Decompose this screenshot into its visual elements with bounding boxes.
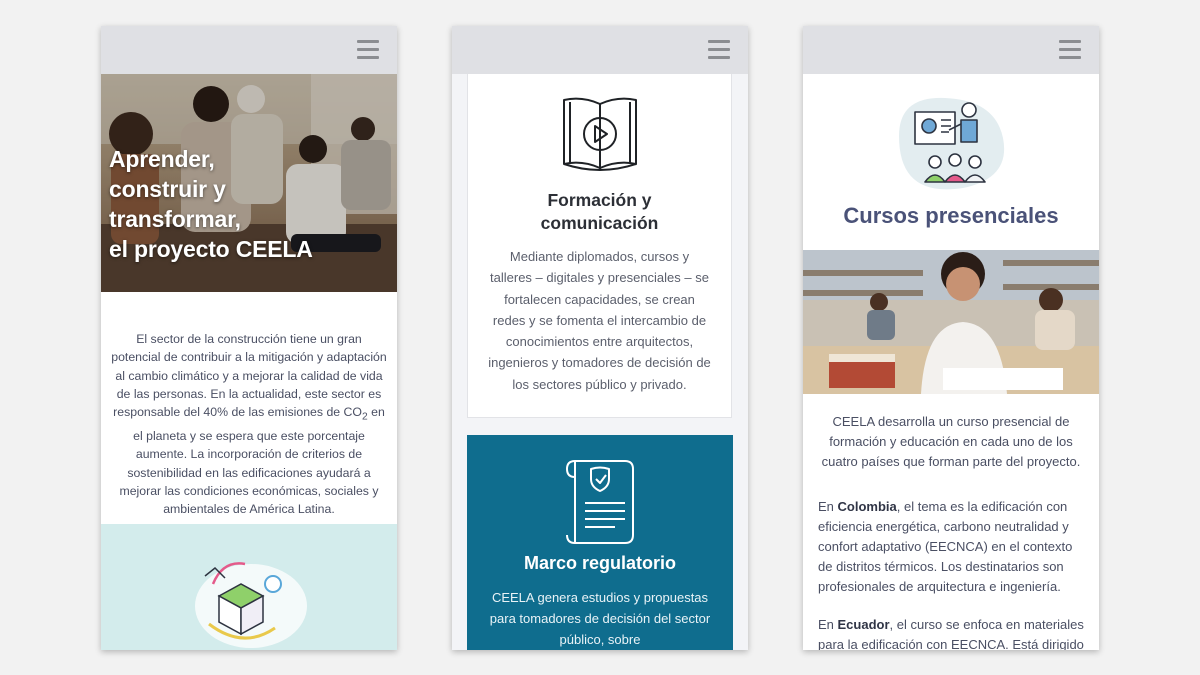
intro-paragraph: El sector de la construcción tiene un gr… — [111, 332, 387, 517]
menu-icon[interactable] — [708, 40, 730, 60]
card-title: Formación y comunicación — [540, 190, 659, 233]
menu-icon[interactable] — [1059, 40, 1081, 60]
book-play-icon — [563, 97, 637, 171]
card-text: CEELA genera estudios y propuestas para … — [489, 590, 711, 647]
card-text: Mediante diplomados, cursos y talleres –… — [488, 249, 711, 392]
phone-screen-home: Aprender, construir y transformar, el pr… — [101, 26, 397, 650]
section-title: Cursos presenciales — [843, 203, 1059, 228]
phone-screen-courses: Cursos presenciales CEELA desarrolla un … — [803, 26, 1099, 650]
teacher-presentation-icon — [899, 97, 1005, 190]
colombia-paragraph: En Colombia, el tema es la edificación c… — [818, 499, 1073, 594]
card-title: Marco regulatorio — [523, 553, 677, 573]
classroom-photo — [803, 250, 1099, 394]
card-formacion[interactable]: Formación y comunicación Mediante diplom… — [467, 74, 732, 418]
ecuador-paragraph: En Ecuador, el curso se enfoca en materi… — [818, 617, 1084, 650]
building-blocks-icon — [195, 562, 307, 648]
top-bar — [101, 26, 397, 74]
card-marco-regulatorio[interactable]: Marco regulatorio CEELA genera estudios … — [467, 435, 733, 650]
country-name: Colombia — [837, 499, 897, 514]
country-name: Ecuador — [837, 617, 890, 632]
document-shield-icon — [566, 460, 634, 544]
menu-icon[interactable] — [357, 40, 379, 60]
top-bar — [803, 26, 1099, 74]
next-section — [101, 524, 397, 650]
top-bar — [452, 26, 748, 74]
hero-title: Aprender, construir y transformar, el pr… — [109, 146, 313, 262]
phone-screen-areas: Formación y comunicación Mediante diplom… — [452, 26, 748, 650]
hero-banner: Aprender, construir y transformar, el pr… — [101, 74, 397, 292]
courses-lead: CEELA desarrolla un curso presencial de … — [821, 414, 1081, 469]
